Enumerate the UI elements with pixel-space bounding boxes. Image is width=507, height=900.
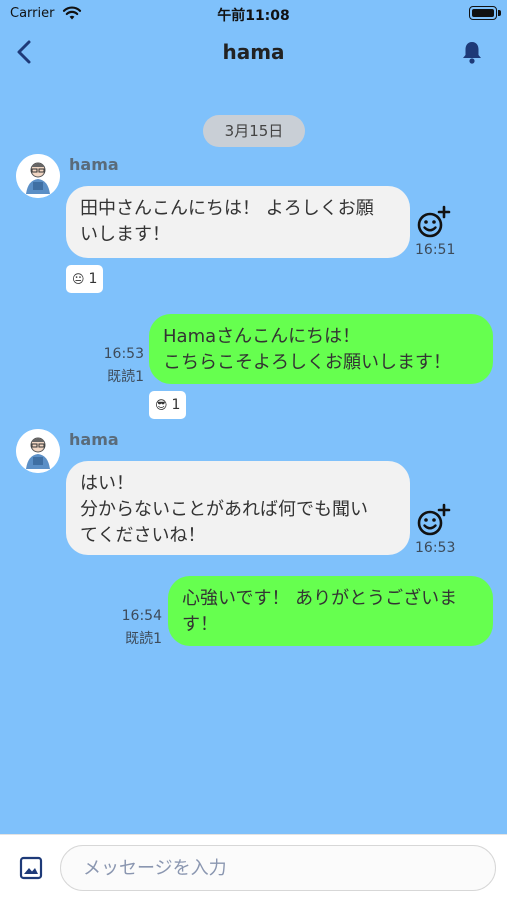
reaction-emoji: 😎 bbox=[155, 398, 168, 412]
outgoing-message-bubble[interactable]: Hamaさんこんにちは！ こちらこそよろしくお願いします！ bbox=[149, 314, 493, 384]
sender-name: hama bbox=[69, 155, 119, 174]
reaction-count: 1 bbox=[171, 397, 181, 413]
bell-icon[interactable] bbox=[459, 39, 485, 65]
message-input-bar bbox=[0, 834, 507, 900]
read-receipt: 既読1 bbox=[125, 631, 162, 647]
avatar[interactable] bbox=[16, 429, 60, 473]
status-bar: Carrier 午前11:08 bbox=[0, 0, 507, 30]
message-time: 16:53 bbox=[415, 540, 456, 556]
clock: 午前11:08 bbox=[217, 8, 290, 24]
message-time: 16:53 bbox=[103, 346, 144, 362]
page-title: hama bbox=[222, 40, 285, 64]
battery-icon bbox=[469, 6, 501, 20]
avatar[interactable] bbox=[16, 154, 60, 198]
reaction-badge[interactable]: 😎 1 bbox=[149, 391, 187, 419]
add-reaction-icon[interactable] bbox=[415, 503, 451, 537]
date-separator: 3月15日 bbox=[203, 115, 305, 147]
message-input[interactable] bbox=[60, 845, 496, 891]
reaction-emoji: 😐 bbox=[72, 272, 85, 286]
sender-name: hama bbox=[69, 430, 119, 449]
incoming-message-bubble[interactable]: 田中さんこんにちは！ よろしくお願 いします！ bbox=[66, 186, 410, 258]
incoming-message-bubble[interactable]: はい！ 分からないことがあれば何でも聞い てくださいね！ bbox=[66, 461, 410, 555]
image-picker-icon[interactable] bbox=[18, 855, 44, 881]
message-time: 16:51 bbox=[415, 242, 456, 258]
reaction-badge[interactable]: 😐 1 bbox=[66, 265, 104, 293]
navigation-bar: hama bbox=[0, 30, 507, 74]
add-reaction-icon[interactable] bbox=[415, 205, 451, 239]
user-avatar-icon bbox=[16, 154, 60, 198]
reaction-count: 1 bbox=[88, 271, 98, 287]
outgoing-message-bubble[interactable]: 心強いです！ ありがとうございま す！ bbox=[168, 576, 493, 646]
user-avatar-icon bbox=[16, 429, 60, 473]
message-time: 16:54 bbox=[121, 608, 162, 624]
back-chevron-icon[interactable] bbox=[12, 38, 38, 66]
read-receipt: 既読1 bbox=[107, 369, 144, 385]
